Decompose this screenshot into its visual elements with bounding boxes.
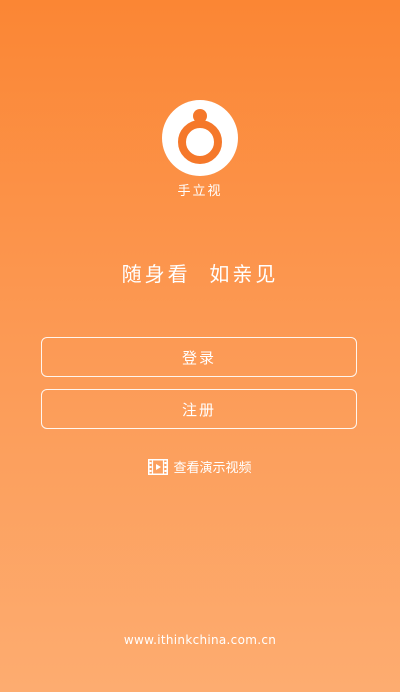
- slogan-text: 随身看 如亲见: [121, 262, 279, 286]
- demo-video-link[interactable]: 查看演示视频: [0, 457, 400, 476]
- camera-lens-logo-icon: [162, 100, 238, 176]
- register-button[interactable]: 注册: [41, 389, 357, 429]
- demo-video-label: 查看演示视频: [173, 461, 252, 476]
- login-screen: 手立视 随身看 如亲见 登录 注册 查看演示视频 www.ithinkchina…: [0, 0, 400, 692]
- app-name: 手立视: [177, 184, 223, 199]
- film-strip-icon: [148, 458, 169, 475]
- footer-url: www.ithinkchina.com.cn: [123, 633, 277, 647]
- login-button[interactable]: 登录: [41, 337, 357, 377]
